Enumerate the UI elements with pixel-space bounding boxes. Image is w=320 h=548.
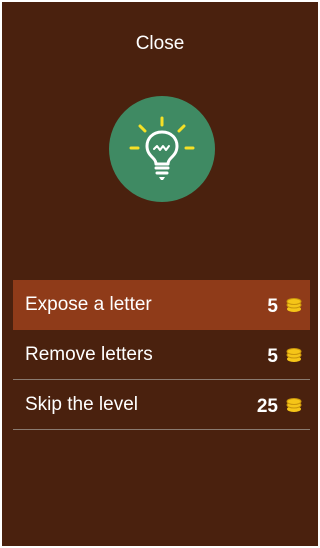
option-expose-letter[interactable]: Expose a letter 5 xyxy=(13,280,310,330)
option-skip-level[interactable]: Skip the level 25 xyxy=(13,380,310,430)
coins-icon xyxy=(286,348,302,362)
option-label: Remove letters xyxy=(25,344,153,365)
coins-icon xyxy=(286,398,302,412)
coins-icon xyxy=(286,298,302,312)
option-label: Skip the level xyxy=(25,394,139,415)
option-cost: 5 xyxy=(267,296,278,317)
lightbulb-icon xyxy=(129,116,195,180)
close-button[interactable]: Close xyxy=(2,32,318,56)
option-label: Expose a letter xyxy=(25,294,152,315)
hint-options-list: Expose a letter 5 Remove letters 5 Skip … xyxy=(13,280,310,430)
hint-dialog: Close Expose a letter 5 Remove letters 5… xyxy=(2,2,318,546)
hint-badge xyxy=(109,96,215,202)
option-remove-letters[interactable]: Remove letters 5 xyxy=(13,330,310,380)
option-cost: 25 xyxy=(256,396,278,417)
option-cost: 5 xyxy=(267,346,278,367)
